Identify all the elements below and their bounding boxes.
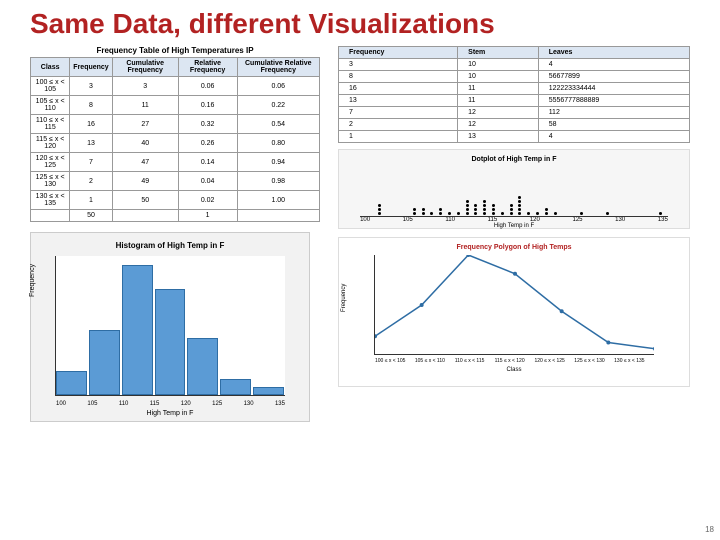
polygon-ylabel: Frequency bbox=[341, 284, 347, 312]
histogram-xlabel: High Temp in F bbox=[39, 410, 301, 417]
dotplot-title: Dotplot of High Temp in F bbox=[343, 156, 685, 163]
freq-header: Frequency bbox=[70, 58, 112, 77]
dot-column bbox=[492, 204, 495, 216]
histogram-ylabel: Frequency bbox=[29, 264, 36, 297]
dot-column bbox=[580, 212, 583, 216]
dot-column bbox=[527, 212, 530, 216]
histogram-bar bbox=[56, 371, 87, 395]
stem-leaf-table: FrequencyStemLeaves 31048105667789916111… bbox=[338, 46, 690, 143]
dot-column bbox=[510, 204, 513, 216]
histogram-bar bbox=[122, 265, 153, 395]
table-row: 501 bbox=[31, 210, 320, 222]
histogram-bar bbox=[89, 330, 120, 395]
dot-column bbox=[430, 212, 433, 216]
right-column: FrequencyStemLeaves 31048105667789916111… bbox=[338, 46, 690, 422]
stem-header: Leaves bbox=[538, 47, 689, 59]
dot-column bbox=[483, 200, 486, 216]
content-area: Frequency Table of High Temperatures IP … bbox=[0, 46, 720, 422]
dot-column bbox=[474, 204, 477, 216]
table-row: 120 ≤ x < 1257470.140.94 bbox=[31, 153, 320, 172]
frequency-table: ClassFrequencyCumulative FrequencyRelati… bbox=[30, 57, 320, 222]
dot-column bbox=[422, 208, 425, 216]
freq-header: Relative Frequency bbox=[178, 58, 237, 77]
table-row: 3104 bbox=[339, 59, 690, 71]
freq-header: Cumulative Frequency bbox=[112, 58, 178, 77]
dot-column bbox=[518, 196, 521, 216]
dot-column bbox=[466, 200, 469, 216]
polygon-title: Frequency Polygon of High Temps bbox=[345, 244, 683, 251]
table-row: 105 ≤ x < 1108110.160.22 bbox=[31, 96, 320, 115]
page-number: 18 bbox=[705, 525, 714, 534]
dot-column bbox=[501, 212, 504, 216]
dot-column bbox=[378, 204, 381, 216]
table-row: 1611122223334444 bbox=[339, 83, 690, 95]
polygon-chart: Frequency Polygon of High Temps Frequenc… bbox=[338, 237, 690, 387]
histogram-bar bbox=[253, 387, 284, 395]
dotplot-xlabel: High Temp in F bbox=[343, 223, 685, 229]
histogram-plot-area: 100105110115120125130135 bbox=[55, 256, 285, 396]
dot-column bbox=[606, 212, 609, 216]
dot-column bbox=[545, 208, 548, 216]
freq-table-caption: Frequency Table of High Temperatures IP bbox=[30, 46, 320, 55]
dotplot-chart: Dotplot of High Temp in F 10010511011512… bbox=[338, 149, 690, 229]
dot-column bbox=[448, 212, 451, 216]
slide-title: Same Data, different Visualizations bbox=[0, 0, 720, 46]
table-row: 130 ≤ x < 1351500.021.00 bbox=[31, 191, 320, 210]
table-row: 712112 bbox=[339, 107, 690, 119]
histogram-bar bbox=[155, 289, 186, 395]
table-row: 125 ≤ x < 1302490.040.98 bbox=[31, 172, 320, 191]
dot-column bbox=[536, 212, 539, 216]
table-row: 21258 bbox=[339, 119, 690, 131]
dot-column bbox=[413, 208, 416, 216]
polygon-xlabel: Class bbox=[345, 367, 683, 373]
table-row: 1134 bbox=[339, 131, 690, 143]
table-row: 115 ≤ x < 12013400.260.80 bbox=[31, 134, 320, 153]
histogram-chart: Histogram of High Temp in F Frequency 10… bbox=[30, 232, 310, 422]
stem-header: Stem bbox=[458, 47, 539, 59]
histogram-bar bbox=[220, 379, 251, 395]
freq-header: Cumulative Relative Frequency bbox=[237, 58, 319, 77]
histogram-bar bbox=[187, 338, 218, 395]
polygon-plot-area: 100 ≤ x < 105105 ≤ x < 110110 ≤ x < 1151… bbox=[374, 255, 654, 355]
left-column: Frequency Table of High Temperatures IP … bbox=[30, 46, 320, 422]
dot-column bbox=[554, 212, 557, 216]
table-row: 81056677899 bbox=[339, 71, 690, 83]
dot-column bbox=[659, 212, 662, 216]
histogram-title: Histogram of High Temp in F bbox=[39, 241, 301, 250]
dot-column bbox=[439, 208, 442, 216]
table-row: 110 ≤ x < 11516270.320.54 bbox=[31, 115, 320, 134]
stem-header: Frequency bbox=[339, 47, 458, 59]
table-row: 13115556777888889 bbox=[339, 95, 690, 107]
dotplot-area bbox=[360, 167, 668, 217]
table-row: 100 ≤ x < 105330.060.06 bbox=[31, 77, 320, 96]
dot-column bbox=[457, 212, 460, 216]
freq-header: Class bbox=[31, 58, 70, 77]
